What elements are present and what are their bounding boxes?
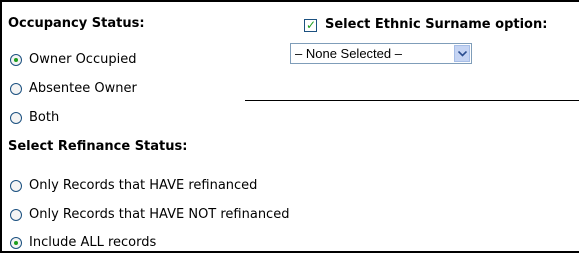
radio-have-not-refinanced[interactable]: Only Records that HAVE NOT refinanced xyxy=(10,207,289,222)
check-icon: ✓ xyxy=(306,18,317,32)
radio-have-refinanced[interactable]: Only Records that HAVE refinanced xyxy=(10,178,257,193)
divider-line xyxy=(245,100,579,101)
radio-label: Absentee Owner xyxy=(29,81,137,96)
radio-label: Both xyxy=(29,110,60,125)
occupancy-status-heading: Occupancy Status: xyxy=(8,16,145,31)
radio-button-checked[interactable] xyxy=(10,53,22,66)
radio-include-all[interactable]: Include ALL records xyxy=(10,235,156,250)
ethnic-surname-checkbox[interactable]: ✓ xyxy=(304,18,317,32)
radio-button-checked[interactable] xyxy=(10,236,22,249)
radio-label: Include ALL records xyxy=(29,235,157,250)
radio-label: Only Records that HAVE refinanced xyxy=(29,178,258,193)
radio-button[interactable] xyxy=(10,111,22,124)
chevron-down-icon[interactable] xyxy=(454,45,470,62)
radio-label: Owner Occupied xyxy=(29,52,137,67)
radio-owner-occupied[interactable]: Owner Occupied xyxy=(10,52,136,67)
select-value: – None Selected – xyxy=(295,46,402,61)
chevron-down-shape xyxy=(457,50,467,57)
radio-button[interactable] xyxy=(10,208,22,221)
radio-label: Only Records that HAVE NOT refinanced xyxy=(29,207,290,222)
radio-absentee-owner[interactable]: Absentee Owner xyxy=(10,81,137,96)
ethnic-surname-label: Select Ethnic Surname option: xyxy=(325,17,548,32)
radio-button[interactable] xyxy=(10,179,22,192)
radio-button[interactable] xyxy=(10,82,22,95)
filter-panel: Occupancy Status: Owner Occupied Absente… xyxy=(0,0,579,253)
radio-both[interactable]: Both xyxy=(10,110,59,125)
refinance-status-heading: Select Refinance Status: xyxy=(8,139,188,154)
ethnic-surname-select[interactable]: – None Selected – xyxy=(290,43,472,64)
